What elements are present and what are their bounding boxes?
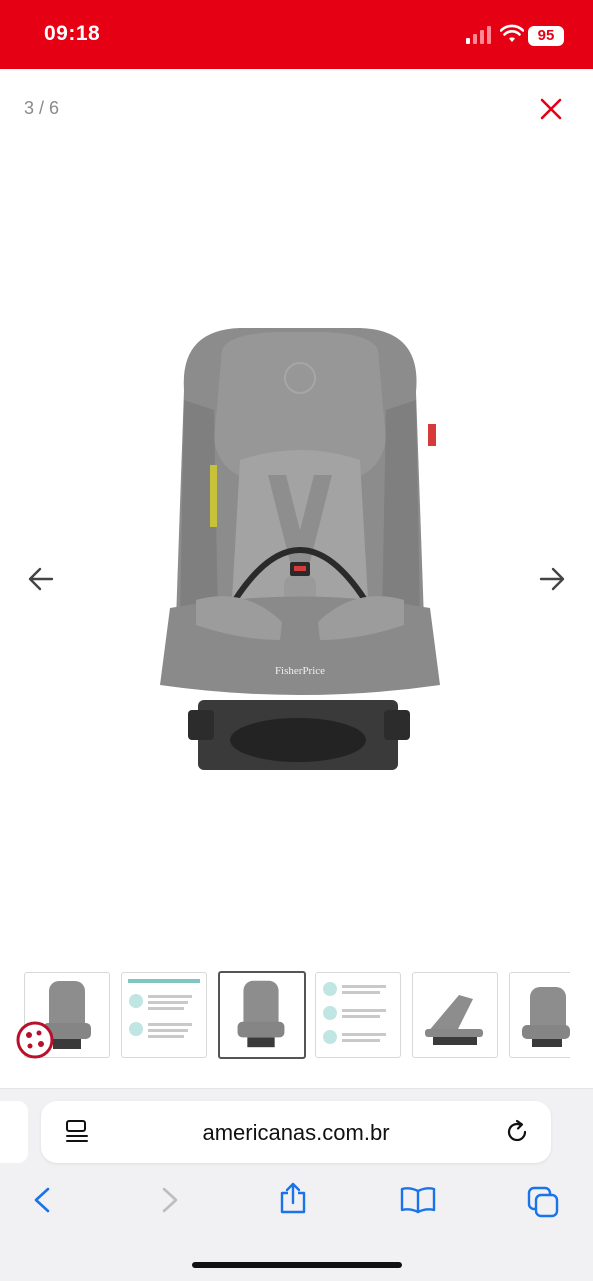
address-bar[interactable]: americanas.com.br (41, 1101, 551, 1163)
home-indicator (192, 1262, 402, 1268)
thumbnail-2[interactable] (121, 972, 207, 1058)
reload-icon[interactable] (505, 1119, 531, 1145)
back-icon[interactable] (28, 1185, 56, 1215)
next-image-arrow-icon[interactable] (535, 562, 569, 596)
cellular-signal-icon (466, 26, 491, 44)
image-counter: 3 / 6 (24, 98, 60, 118)
thumbnail-5[interactable] (412, 972, 498, 1058)
battery-indicator: 95 (528, 26, 564, 46)
share-icon[interactable] (278, 1181, 308, 1215)
cookie-icon[interactable] (15, 1020, 55, 1060)
status-bar: 09:18 95 (0, 0, 593, 69)
bookmarks-icon[interactable] (399, 1185, 437, 1215)
info-sheet-thumbnail (128, 979, 200, 1038)
previous-tab-preview[interactable] (0, 1101, 28, 1163)
thumbnail-6[interactable] (509, 972, 570, 1058)
thumbnail-strip (0, 968, 593, 1060)
info-sheet-thumbnail (323, 982, 386, 1044)
seat-brand-label: FisherPrice (275, 665, 325, 677)
close-icon[interactable] (536, 94, 566, 124)
thumbnail-4[interactable] (315, 972, 401, 1058)
wifi-icon (500, 24, 524, 42)
car-seat-angle-thumbnail (522, 987, 570, 1047)
browser-toolbar: americanas.com.br (0, 1088, 593, 1281)
url-text: americanas.com.br (202, 1120, 390, 1145)
thumbnail-3[interactable] (218, 971, 306, 1059)
product-image: FisherPrice (160, 328, 440, 770)
status-time: 09:18 (44, 22, 101, 45)
car-seat-thumbnail (237, 980, 285, 1048)
forward-icon[interactable] (156, 1185, 184, 1215)
previous-image-arrow-icon[interactable] (24, 562, 58, 596)
tabs-icon[interactable] (526, 1185, 560, 1219)
car-seat-side-thumbnail (425, 995, 483, 1045)
